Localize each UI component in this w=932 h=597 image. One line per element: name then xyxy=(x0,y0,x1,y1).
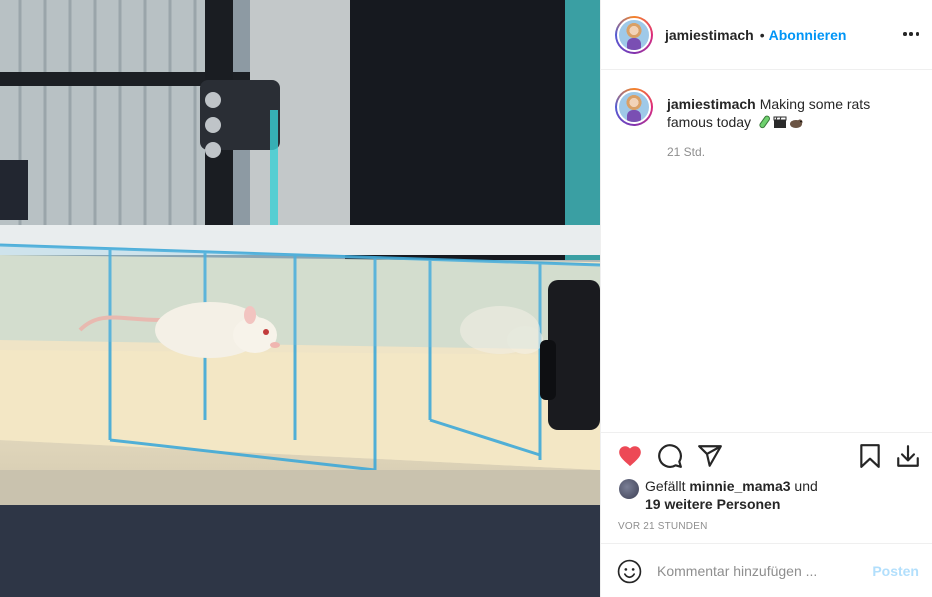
bookmark-icon[interactable] xyxy=(857,443,883,469)
likes-line-1: Gefällt minnie_mama3 und xyxy=(645,477,818,495)
action-bar xyxy=(601,432,932,478)
more-horizontal-icon[interactable] xyxy=(903,26,919,42)
liker-username[interactable]: minnie_mama3 xyxy=(689,478,790,494)
download-icon[interactable] xyxy=(895,443,921,469)
clapper-board-icon xyxy=(773,116,787,128)
likes-conjunction: und xyxy=(794,478,818,494)
separator-dot: • xyxy=(759,26,765,43)
post-comment-button[interactable]: Posten xyxy=(872,563,919,579)
follow-button[interactable]: Abonnieren xyxy=(769,27,847,43)
likes-others-link[interactable]: 19 weitere Personen xyxy=(645,495,780,513)
paper-plane-icon[interactable] xyxy=(697,443,723,469)
caption-text-block: jamiestimach Making some rats famous toda… xyxy=(667,95,907,131)
post-timestamp[interactable]: VOR 21 STUNDEN xyxy=(618,521,708,532)
caption-username[interactable]: jamiestimach xyxy=(667,96,756,112)
smiley-icon[interactable] xyxy=(617,559,642,584)
post-header: jamiestimach • Abonnieren xyxy=(601,0,932,70)
comment-bar: Posten xyxy=(601,543,932,597)
comment-input[interactable] xyxy=(657,561,857,581)
caption-avatar[interactable] xyxy=(615,88,653,126)
post-photo[interactable] xyxy=(0,0,600,597)
test-tube-icon xyxy=(759,115,770,129)
profile-avatar[interactable] xyxy=(615,15,653,54)
post-side-panel: jamiestimach • Abonnieren jamiestimach Ma… xyxy=(600,0,932,597)
likes-prefix: Gefällt xyxy=(645,478,686,494)
heart-filled-icon[interactable] xyxy=(617,443,643,469)
liker-avatar[interactable] xyxy=(619,479,639,499)
rat-icon xyxy=(789,119,803,128)
comment-icon[interactable] xyxy=(657,443,683,469)
rat-in-glass-maze-image xyxy=(0,0,600,597)
caption-time[interactable]: 21 Std. xyxy=(667,145,705,159)
header-username[interactable]: jamiestimach xyxy=(665,27,754,43)
